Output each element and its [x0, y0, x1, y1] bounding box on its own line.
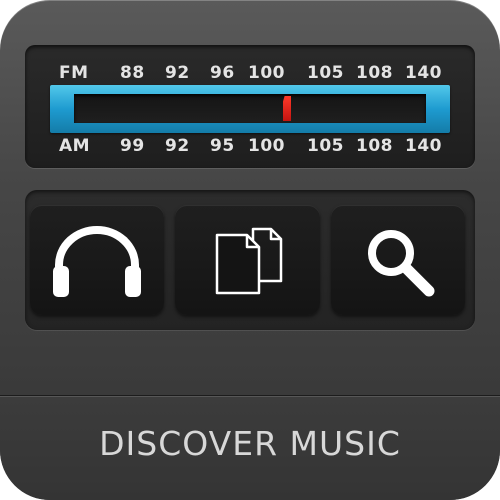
documents-icon: [215, 227, 283, 295]
action-buttons: [25, 190, 475, 330]
tuning-needle[interactable]: [283, 96, 291, 121]
am-frequency: 100: [248, 136, 285, 156]
fm-label: FM: [59, 63, 89, 83]
am-frequency: 92: [165, 136, 190, 156]
fm-frequency: 88: [120, 63, 145, 83]
search-button[interactable]: [331, 205, 465, 315]
am-scale: AM 99 92 95 100 105 108 140: [25, 136, 475, 160]
am-frequency: 105: [307, 136, 344, 156]
am-label: AM: [59, 136, 91, 156]
am-frequency: 108: [356, 136, 393, 156]
fm-frequency: 140: [405, 63, 442, 83]
fm-frequency: 100: [248, 63, 285, 83]
documents-button[interactable]: [175, 205, 320, 315]
fm-frequency: 96: [210, 63, 235, 83]
dial-window: [74, 94, 426, 123]
tuning-dial[interactable]: [50, 85, 450, 133]
am-frequency: 95: [210, 136, 235, 156]
am-frequency: 99: [120, 136, 145, 156]
headphones-button[interactable]: [30, 205, 164, 315]
fm-frequency: 105: [307, 63, 344, 83]
fm-frequency: 108: [356, 63, 393, 83]
search-icon: [368, 230, 435, 297]
fm-frequency: 92: [165, 63, 190, 83]
radio-tuner: FM 88 92 96 100 105 108 140 AM 99 92 95 …: [25, 45, 475, 168]
am-frequency: 140: [405, 136, 442, 156]
app-title: DISCOVER MUSIC: [99, 424, 401, 463]
app-icon: FM 88 92 96 100 105 108 140 AM 99 92 95 …: [0, 0, 500, 500]
footer-bar: DISCOVER MUSIC: [0, 395, 500, 500]
headphones-icon: [53, 226, 141, 297]
fm-scale: FM 88 92 96 100 105 108 140: [25, 63, 475, 87]
